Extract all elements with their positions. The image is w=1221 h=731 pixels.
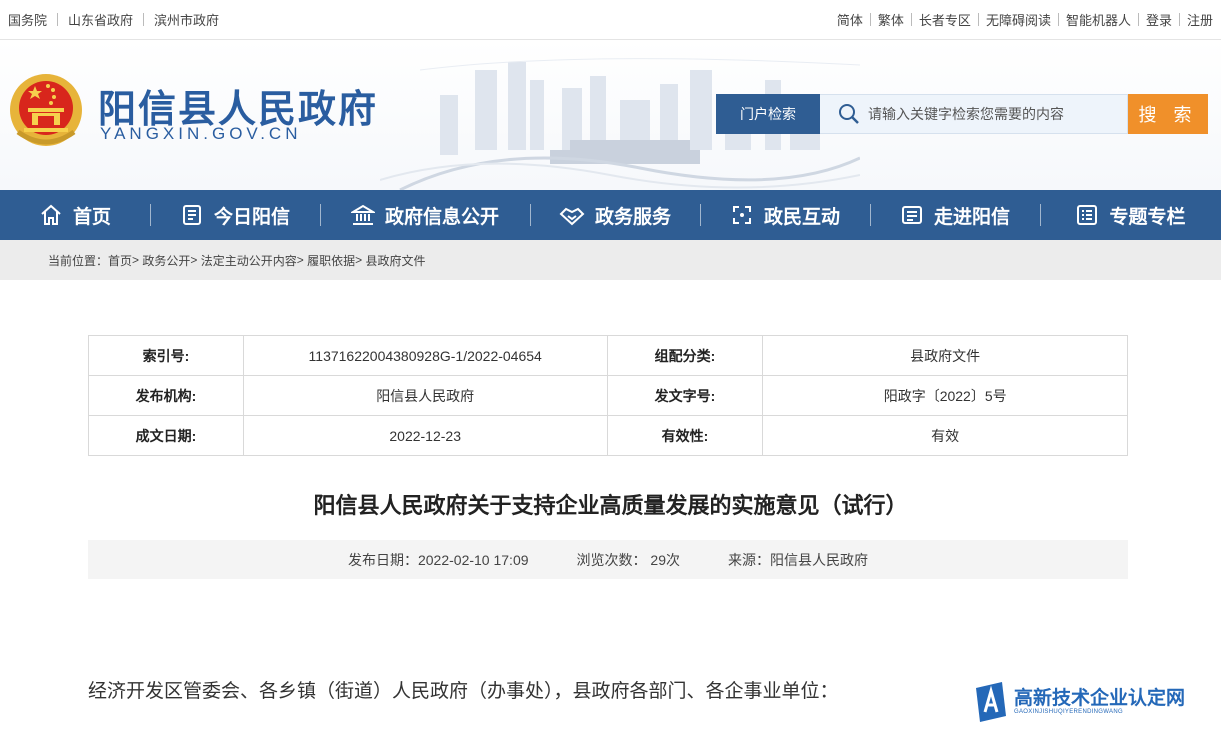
link-register[interactable]: 注册 <box>1187 10 1213 29</box>
nav-item-about-yangxin[interactable]: 走进阳信 <box>870 190 1040 240</box>
nav-item-home[interactable]: 首页 <box>0 190 150 240</box>
search-area: 门户检索 请输入关键字检索您需要的内容 搜 索 <box>716 94 1208 134</box>
watermark-sub-text: GAOXINJISHUQIYERENDINGWANG <box>1014 709 1123 715</box>
link-binzhou-gov[interactable]: 滨州市政府 <box>154 10 219 29</box>
home-icon <box>41 204 61 225</box>
doc-number-value: 阳政字〔2022〕5号 <box>762 375 1128 416</box>
utility-links: 简体 繁体 长者专区 无障碍阅读 智能机器人 登录 注册 <box>837 10 1213 29</box>
breadcrumb-item-county-docs[interactable]: 县政府文件 <box>365 252 425 269</box>
portal-search-button[interactable]: 门户检索 <box>716 94 820 134</box>
breadcrumb-separator: > <box>296 253 308 267</box>
nav-item-gov-info[interactable]: 政府信息公开 <box>320 190 530 240</box>
divider <box>1057 13 1059 26</box>
site-header: 阳信县人民政府 YANGXIN.GOV.CN 门户检索 请输入关键字检索您需要的… <box>0 40 1221 190</box>
table-row: 索引号: 11371622004380928G-1/2022-04654 组配分… <box>88 335 1128 376</box>
nav-label: 首页 <box>72 206 111 228</box>
nav-label: 走进阳信 <box>933 206 1010 228</box>
divider <box>143 13 145 26</box>
table-row: 成文日期: 2022-12-23 有效性: 有效 <box>88 415 1128 456</box>
interaction-icon <box>732 206 751 224</box>
link-robot[interactable]: 智能机器人 <box>1066 10 1131 29</box>
category-label: 组配分类: <box>606 335 764 376</box>
nav-item-today-yangxin[interactable]: 今日阳信 <box>150 190 320 240</box>
view-count: 浏览次数： 29次 <box>576 551 680 568</box>
issuer-value: 阳信县人民政府 <box>242 375 608 416</box>
validity-label: 有效性: <box>606 415 764 456</box>
nav-item-gov-services[interactable]: 政务服务 <box>530 190 700 240</box>
main-nav: 首页 今日阳信 政府信息公开 政务服务 政民互动 走进阳信 专题专栏 <box>0 190 1221 240</box>
external-links: 国务院 山东省政府 滨州市政府 <box>8 10 219 29</box>
government-building-icon <box>350 204 375 225</box>
breadcrumb-separator: > <box>190 253 201 267</box>
nav-label: 政民互动 <box>763 206 840 228</box>
divider <box>869 13 871 26</box>
watermark-a-icon <box>976 682 1006 722</box>
document-title: 阳信县人民政府关于支持企业高质量发展的实施意见（试行） <box>313 493 908 518</box>
id-card-icon <box>901 206 922 224</box>
nav-label: 政府信息公开 <box>384 206 499 228</box>
watermark-main-text: 高新技术企业认定网 <box>1014 688 1186 709</box>
table-row: 发布机构: 阳信县人民政府 发文字号: 阳政字〔2022〕5号 <box>88 375 1128 416</box>
link-elder-zone[interactable]: 长者专区 <box>919 10 971 29</box>
link-traditional[interactable]: 繁体 <box>878 10 904 29</box>
document-info-table: 索引号: 11371622004380928G-1/2022-04654 组配分… <box>88 335 1128 456</box>
link-simplified[interactable]: 简体 <box>837 10 863 29</box>
category-value: 县政府文件 <box>762 335 1128 376</box>
search-input[interactable]: 请输入关键字检索您需要的内容 <box>820 94 1128 134</box>
written-date-value: 2022-12-23 <box>242 415 608 456</box>
validity-value: 有效 <box>762 415 1128 456</box>
national-emblem-icon <box>10 74 82 146</box>
publish-date: 发布日期：2022-02-10 17:09 <box>347 551 529 568</box>
index-number-value: 11371622004380928G-1/2022-04654 <box>242 335 608 376</box>
index-number-label: 索引号: <box>88 335 244 376</box>
divider <box>57 13 59 26</box>
search-placeholder: 请输入关键字检索您需要的内容 <box>868 106 1064 122</box>
document-meta: 发布日期：2022-02-10 17:09 浏览次数： 29次 来源：阳信县人民… <box>88 540 1128 579</box>
issuer-label: 发布机构: <box>88 375 244 416</box>
breadcrumb-item-home[interactable]: 首页 <box>108 252 132 269</box>
link-shandong-gov[interactable]: 山东省政府 <box>68 10 133 29</box>
nav-item-interaction[interactable]: 政民互动 <box>700 190 870 240</box>
document-body-first-line: 经济开发区管委会、各乡镇（街道）人民政府（办事处），县政府各部门、各企事业单位： <box>88 681 839 702</box>
divider <box>977 13 979 26</box>
doc-number-label: 发文字号: <box>606 375 764 416</box>
search-button[interactable]: 搜 索 <box>1128 94 1208 134</box>
list-icon <box>1077 205 1098 225</box>
watermark-logo: 高新技术企业认定网 GAOXINJISHUQIYERENDINGWANG <box>972 682 1185 722</box>
divider <box>910 13 912 26</box>
breadcrumb-separator: > <box>355 253 366 267</box>
site-domain: YANGXIN.GOV.CN <box>100 124 302 143</box>
nav-label: 政务服务 <box>594 206 671 228</box>
link-login[interactable]: 登录 <box>1146 10 1172 29</box>
nav-item-special-topics[interactable]: 专题专栏 <box>1040 190 1221 240</box>
nav-label: 专题专栏 <box>1109 206 1186 228</box>
divider <box>1178 13 1180 26</box>
breadcrumb-item-statutory[interactable]: 法定主动公开内容 <box>201 252 297 269</box>
breadcrumb-item-gov-affairs[interactable]: 政务公开 <box>142 252 190 269</box>
link-state-council[interactable]: 国务院 <box>8 10 47 29</box>
top-bar: 国务院 山东省政府 滨州市政府 简体 繁体 长者专区 无障碍阅读 智能机器人 登… <box>0 0 1221 40</box>
newspaper-icon <box>182 205 201 225</box>
breadcrumb-prefix: 当前位置： <box>48 253 109 268</box>
divider <box>1137 13 1139 26</box>
handshake-icon <box>559 207 585 226</box>
breadcrumb: 当前位置： 首页 > 政务公开 > 法定主动公开内容 > 履职依据 > 县政府文件 <box>0 240 1221 280</box>
search-icon <box>839 104 859 124</box>
breadcrumb-item-duty-basis[interactable]: 履职依据 <box>307 252 355 269</box>
nav-label: 今日阳信 <box>213 206 290 228</box>
watermark-text: 高新技术企业认定网 GAOXINJISHUQIYERENDINGWANG <box>1014 688 1186 716</box>
link-accessibility[interactable]: 无障碍阅读 <box>986 10 1051 29</box>
source: 来源：阳信县人民政府 <box>728 551 868 568</box>
written-date-label: 成文日期: <box>88 415 244 456</box>
breadcrumb-separator: > <box>132 253 143 267</box>
